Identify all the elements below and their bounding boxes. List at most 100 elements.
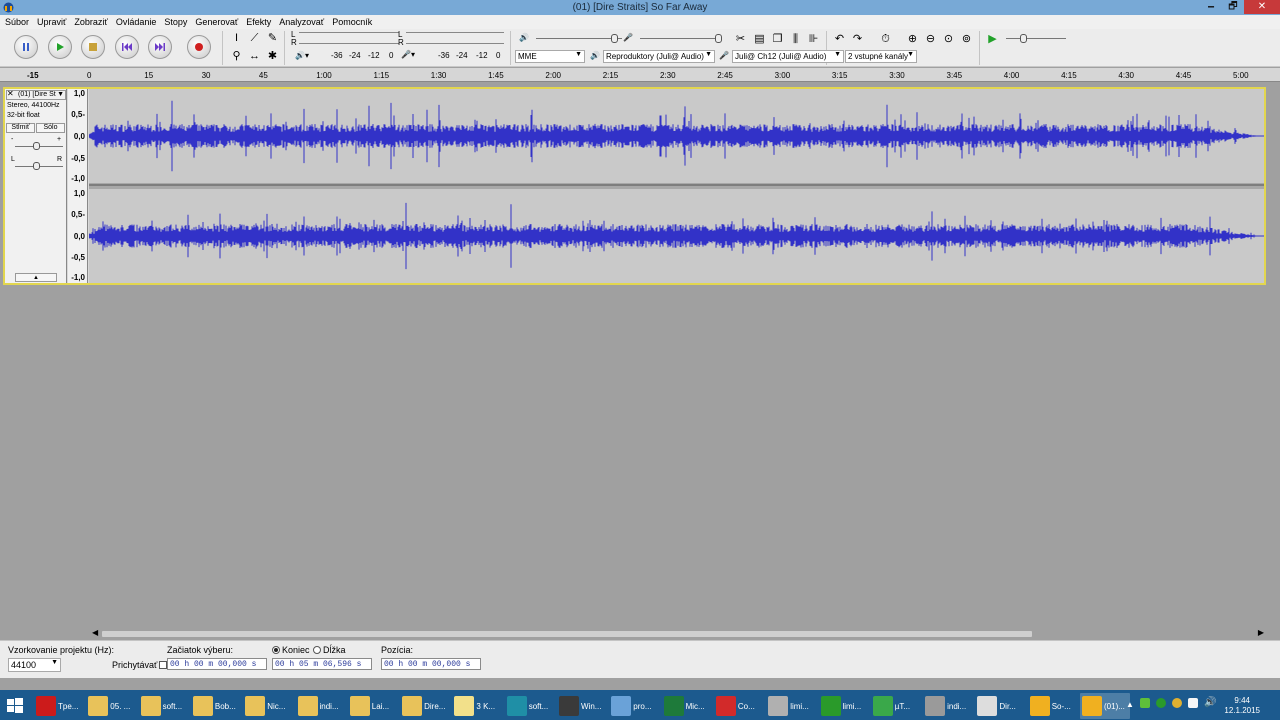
playback-meter[interactable] [299, 32, 399, 44]
microphone-meter-icon[interactable]: 🎤▾ [401, 50, 415, 59]
paste-icon[interactable]: ⫼ [788, 32, 803, 47]
undo-icon[interactable]: ↶ [832, 32, 847, 47]
input-channels-select[interactable]: 2 vstupné kanály ▼ [845, 50, 917, 63]
menu-effects[interactable]: Efekty [243, 15, 274, 29]
skip-to-end-button[interactable] [148, 35, 172, 59]
taskbar-item[interactable]: pro... [609, 693, 659, 719]
taskbar-item[interactable]: Lai... [348, 693, 398, 719]
menu-generate[interactable]: Generovať [192, 15, 241, 29]
play-at-speed-icon[interactable]: ▶ [985, 32, 1000, 47]
play-speed-slider[interactable] [1006, 38, 1066, 39]
cut-icon[interactable]: ▤ [752, 32, 767, 47]
vertical-scale[interactable]: 1,0 0,5- 0,0 -0,5 -1,0 1,0 0,5- 0,0 -0,5… [68, 89, 88, 283]
taskbar-item[interactable]: limi... [819, 693, 869, 719]
taskbar-clock[interactable]: 9:44 12.1.2015 [1224, 696, 1260, 716]
close-button[interactable]: ✕ [1244, 0, 1280, 14]
output-volume-slider[interactable] [536, 38, 622, 39]
menu-edit[interactable]: Upraviť [34, 15, 69, 29]
timeline-ruler[interactable]: -15 0 15 30 45 1:00 1:15 1:30 1:45 2:00 2:15 2:30 2:… [0, 68, 1280, 82]
menu-view[interactable]: Zobraziť [71, 15, 110, 29]
audio-position-field[interactable]: 00 h 00 m 00,000 s [381, 658, 481, 670]
play-button[interactable] [48, 35, 72, 59]
taskbar-item[interactable]: limi... [766, 693, 816, 719]
skip-to-start-button[interactable] [115, 35, 139, 59]
gain-slider-thumb[interactable] [33, 142, 40, 150]
taskbar-item[interactable]: µT... [871, 693, 921, 719]
taskbar-item[interactable]: 3 K... [452, 693, 502, 719]
tray-app-icon[interactable] [1156, 698, 1166, 708]
menu-file[interactable]: Súbor [2, 15, 32, 29]
network-icon[interactable] [1188, 698, 1198, 708]
track-name-menu[interactable]: (01) [Dire St ▼ [6, 90, 66, 100]
draw-tool-icon[interactable]: ✎ [265, 31, 280, 46]
taskbar-item[interactable]: Win... [557, 693, 607, 719]
minimize-button[interactable]: 🗕 [1200, 0, 1222, 14]
zoom-tool-icon[interactable]: ⚲ [229, 49, 244, 64]
end-radio[interactable] [272, 646, 280, 654]
taskbar-item[interactable]: Dire... [400, 693, 450, 719]
stop-button[interactable] [81, 35, 105, 59]
envelope-tool-icon[interactable]: ⟋ [247, 31, 262, 46]
play-speed-thumb[interactable] [1020, 34, 1027, 43]
redo-icon[interactable]: ↷ [850, 32, 865, 47]
scroll-left-icon[interactable]: ◀ [92, 628, 98, 637]
solo-button[interactable]: Sólo [36, 123, 65, 133]
waveform-display[interactable] [89, 89, 1264, 283]
length-radio[interactable] [313, 646, 321, 654]
collapse-track-button[interactable]: ▲ [15, 273, 57, 282]
tray-app-icon[interactable] [1140, 698, 1150, 708]
output-volume-thumb[interactable] [611, 34, 618, 43]
selection-end-field[interactable]: 00 h 05 m 06,596 s [272, 658, 372, 670]
input-device-select[interactable]: Juli@ Ch12 (Juli@ Audio) ▼ [732, 50, 844, 63]
timeshift-tool-icon[interactable]: ↔ [247, 49, 262, 64]
maximize-button[interactable]: 🗗 [1222, 0, 1244, 14]
taskbar-item[interactable]: Mic... [662, 693, 712, 719]
menu-analyze[interactable]: Analyzovať [276, 15, 327, 29]
speaker-meter-icon[interactable]: 🔊▾ [295, 51, 309, 60]
record-button[interactable] [187, 35, 211, 59]
taskbar-item[interactable]: Bob... [191, 693, 241, 719]
menu-transport[interactable]: Ovládanie [113, 15, 160, 29]
taskbar-item[interactable]: soft... [505, 693, 555, 719]
track-close-icon[interactable]: ✕ [7, 89, 14, 98]
pan-slider-thumb[interactable] [33, 162, 40, 170]
menu-help[interactable]: Pomocník [329, 15, 375, 29]
record-meter[interactable] [406, 32, 504, 44]
multi-tool-icon[interactable]: ✱ [265, 49, 280, 64]
start-button[interactable] [4, 695, 26, 717]
scroll-right-icon[interactable]: ▶ [1258, 628, 1264, 637]
fit-selection-icon[interactable]: ⊙ [941, 32, 956, 47]
project-rate-select[interactable]: 44100 ▼ [8, 658, 61, 672]
zoom-in-icon[interactable]: ⊕ [905, 32, 920, 47]
horizontal-scrollbar[interactable]: ◀ ▶ [90, 628, 1270, 639]
end-radio-option[interactable]: Koniec [272, 645, 310, 655]
volume-icon[interactable]: 🔊 [1204, 697, 1216, 708]
tray-app-icon[interactable] [1172, 698, 1182, 708]
selection-start-field[interactable]: 00 h 00 m 00,000 s [167, 658, 267, 670]
taskbar-item[interactable]: Dir... [975, 693, 1025, 719]
audio-host-select[interactable]: MME ▼ [515, 50, 585, 63]
copy-icon[interactable]: ❐ [770, 32, 785, 47]
tray-expand-icon[interactable]: ▲ [1126, 700, 1134, 709]
taskbar-item[interactable]: indi... [296, 693, 346, 719]
scrollbar-thumb[interactable] [102, 631, 1032, 637]
output-device-select[interactable]: Reproduktory (Juli@ Audio) ▼ [603, 50, 715, 63]
silence-icon[interactable]: ⊪ [806, 32, 821, 47]
menu-tracks[interactable]: Stopy [161, 15, 190, 29]
mute-button[interactable]: Stlmiť [6, 123, 35, 133]
input-volume-slider[interactable] [640, 38, 722, 39]
trim-icon[interactable]: ✂ [733, 32, 748, 47]
selection-tool-icon[interactable]: I [229, 31, 244, 46]
taskbar-item[interactable]: So-... [1028, 693, 1078, 719]
zoom-out-icon[interactable]: ⊖ [923, 32, 938, 47]
snap-to-control[interactable]: Prichytávať [112, 660, 168, 670]
taskbar-item[interactable]: Nic... [243, 693, 293, 719]
input-volume-thumb[interactable] [715, 34, 722, 43]
taskbar-item[interactable]: Co... [714, 693, 764, 719]
taskbar-item[interactable]: indi... [923, 693, 973, 719]
taskbar-item[interactable]: Tpe... [34, 693, 84, 719]
fit-project-icon[interactable]: ⊚ [959, 32, 974, 47]
pause-button[interactable] [14, 35, 38, 59]
sync-lock-icon[interactable]: ⏱ [878, 32, 893, 47]
taskbar-item[interactable]: soft... [139, 693, 189, 719]
